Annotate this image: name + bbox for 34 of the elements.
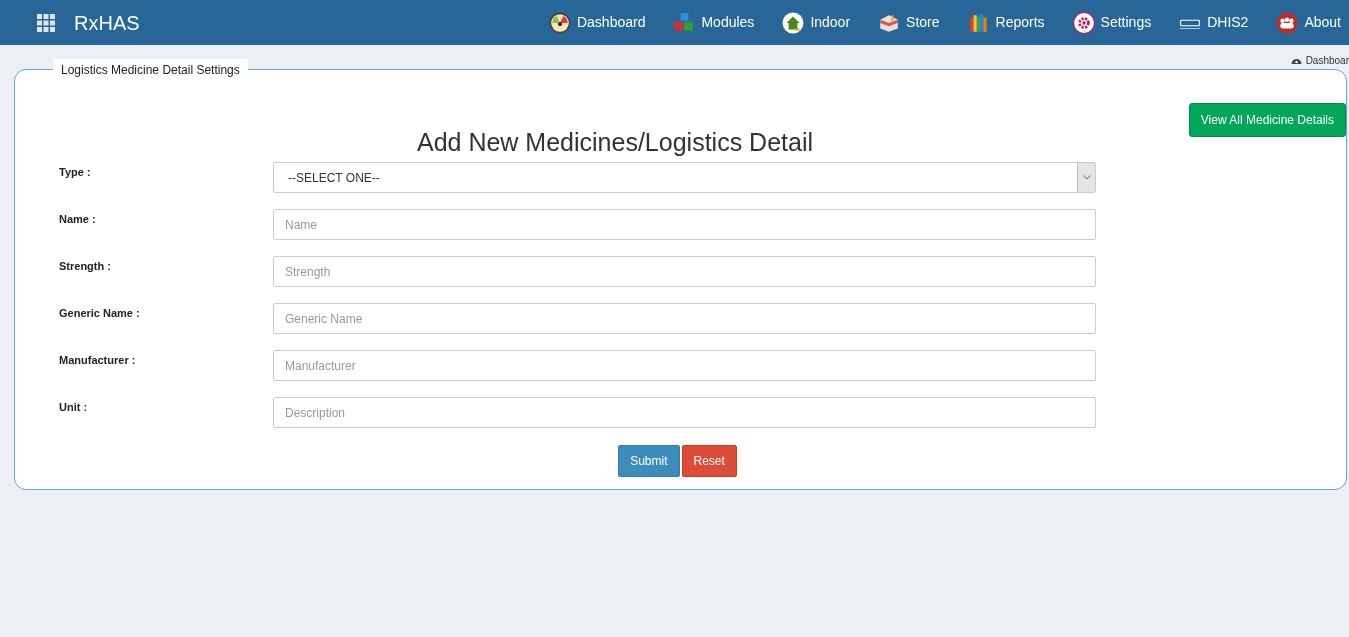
type-select[interactable]: --SELECT ONE--	[273, 162, 1096, 193]
field-label: Name :	[58, 212, 97, 227]
submit-button[interactable]: Submit	[618, 445, 680, 477]
text-input-field[interactable]: Description	[273, 397, 1096, 428]
field-label: Strength :	[58, 259, 112, 274]
gear-icon	[1072, 11, 1095, 34]
text-input-field[interactable]: Manufacturer	[273, 350, 1096, 381]
people-icon	[1276, 11, 1299, 34]
nav-link[interactable]: Store	[878, 11, 940, 34]
nav-link[interactable]: Dashboard	[548, 11, 646, 34]
app-brand[interactable]: RxHAS	[74, 7, 140, 38]
text-input-field[interactable]: Name	[273, 209, 1096, 240]
caret-icon	[1082, 175, 1091, 180]
nav-link[interactable]: Modules	[673, 11, 755, 34]
nav-link[interactable]: Indoor	[782, 11, 851, 34]
books-icon	[967, 11, 990, 34]
gauge-icon	[548, 11, 571, 34]
reset-button[interactable]: Reset	[681, 445, 737, 477]
breadcrumb-link[interactable]: Dashboar	[1305, 52, 1349, 68]
apps-grid-icon[interactable]	[37, 13, 55, 32]
field-label: Manufacturer :	[58, 353, 137, 368]
nav-link[interactable]: Reports	[967, 11, 1045, 34]
field-label: Generic Name :	[58, 306, 141, 321]
nav-link[interactable]: DHIS2	[1179, 11, 1249, 34]
form-heading: Add New Medicines/Logistics Detail	[416, 127, 814, 157]
view-all-button[interactable]: View All Medicine Details	[1188, 103, 1346, 137]
text-input-field[interactable]: Strength	[273, 256, 1096, 287]
home-icon	[782, 11, 805, 34]
nav-link[interactable]: About	[1276, 11, 1341, 34]
cubes-icon	[673, 11, 696, 34]
nav-link[interactable]: Settings	[1072, 11, 1152, 34]
field-label: Type :	[58, 165, 92, 180]
field-label: Unit :	[58, 400, 89, 415]
text-input-field[interactable]: Generic Name	[273, 303, 1096, 334]
